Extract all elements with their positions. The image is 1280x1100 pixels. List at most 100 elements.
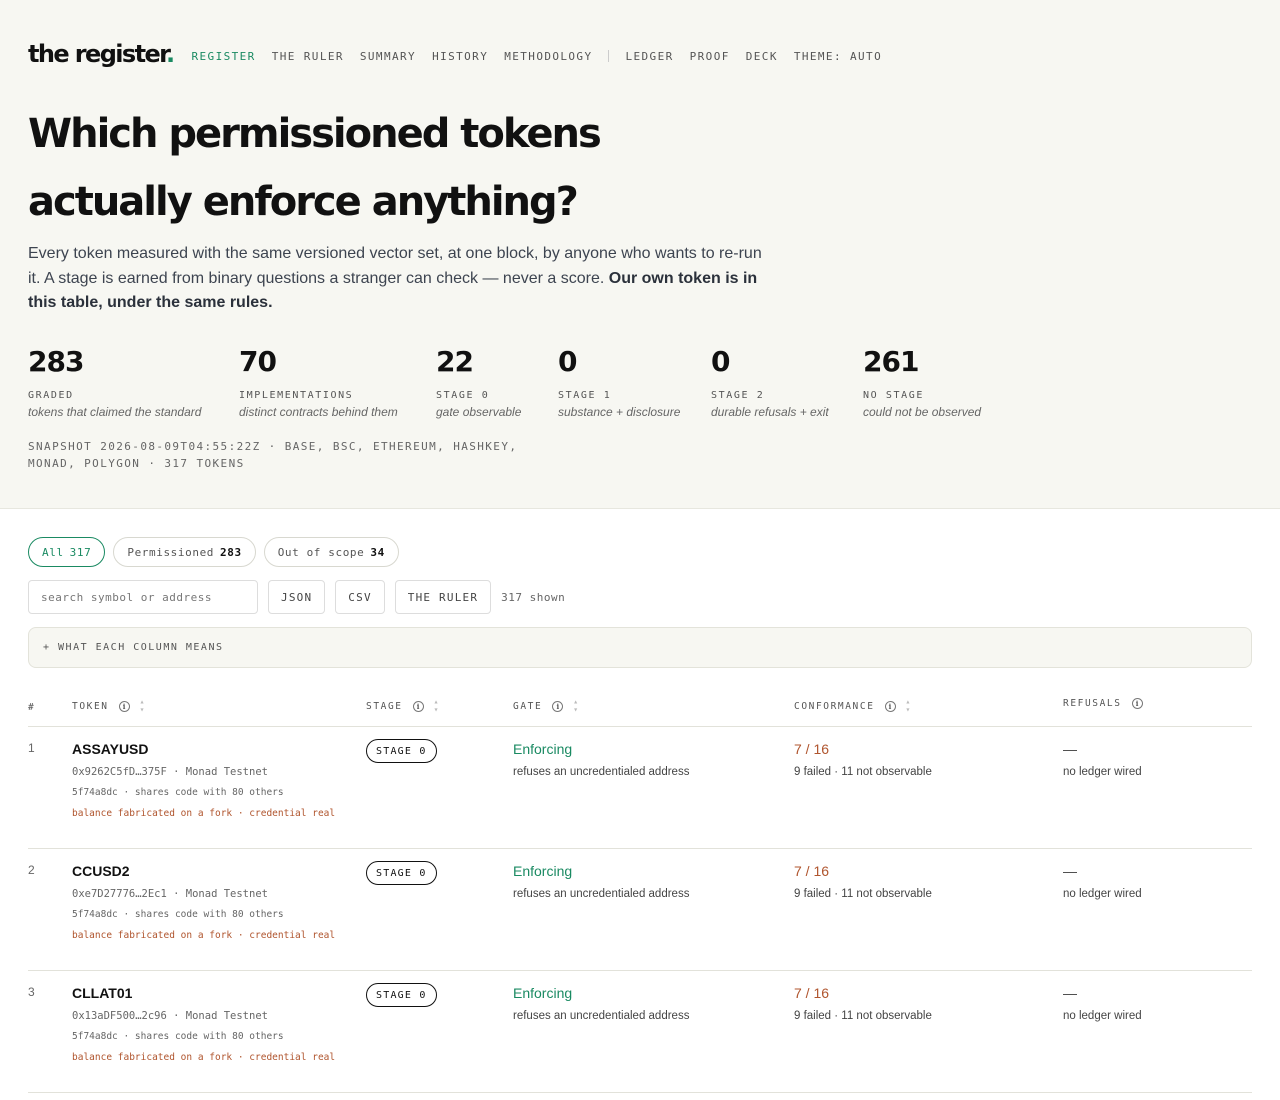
table-row[interactable]: 3 CLLAT01 0x13aDF500…2c96 · Monad Testne… bbox=[28, 971, 1252, 1093]
the-ruler-button[interactable]: THE RULER bbox=[394, 580, 492, 614]
refusals-detail: no ledger wired bbox=[1063, 1010, 1142, 1022]
nav-ledger[interactable]: LEDGER bbox=[625, 50, 673, 63]
toolbar: JSON CSV THE RULER 317 shown bbox=[28, 580, 565, 614]
sort-icon[interactable]: ▴ ▾ bbox=[906, 698, 911, 714]
stat-no-stage: 261 NO STAGE could not be observed bbox=[863, 345, 982, 420]
refusals-value: — bbox=[1063, 741, 1077, 757]
stat-number: 0 bbox=[558, 345, 577, 378]
conformance-score: 7 / 16 bbox=[794, 863, 830, 879]
nav-deck[interactable]: DECK bbox=[746, 50, 778, 63]
stage-badge: STAGE 0 bbox=[366, 861, 437, 885]
header-token[interactable]: TOKEN i ▴ ▾ bbox=[72, 698, 144, 714]
title-line-1: Which permissioned tokens bbox=[28, 111, 602, 157]
json-button[interactable]: JSON bbox=[268, 580, 326, 614]
gate-status: Enforcing bbox=[513, 985, 573, 1001]
stat-number: 283 bbox=[28, 345, 84, 378]
nav-history[interactable]: HISTORY bbox=[432, 50, 488, 63]
nav-proof[interactable]: PROOF bbox=[690, 50, 730, 63]
header-index: # bbox=[28, 702, 36, 713]
token-symbol[interactable]: CLLAT01 bbox=[72, 985, 132, 1001]
stage-badge: STAGE 0 bbox=[366, 983, 437, 1007]
info-icon[interactable]: i bbox=[1131, 698, 1143, 709]
nav-divider bbox=[608, 50, 610, 62]
header-label: GATE bbox=[513, 700, 543, 712]
search-input[interactable] bbox=[28, 580, 258, 614]
conformance-detail: 9 failed · 11 not observable bbox=[794, 1010, 932, 1022]
filter-out-of-scope[interactable]: Out of scope 34 bbox=[263, 537, 399, 567]
warning-flag: balance fabricated on a fork · credentia… bbox=[72, 808, 336, 819]
stat-graded: 283 GRADED tokens that claimed the stand… bbox=[28, 345, 201, 420]
header-stage[interactable]: STAGE i ▴ ▾ bbox=[366, 698, 438, 714]
stat-label: IMPLEMENTATIONS bbox=[239, 390, 354, 401]
header-label: TOKEN bbox=[72, 700, 109, 712]
header-label: STAGE bbox=[366, 700, 403, 712]
token-address[interactable]: 0x9262C5fD…375F · Monad Testnet bbox=[72, 766, 268, 778]
code-hash: 5f74a8dc · shares code with 80 others bbox=[72, 1031, 284, 1042]
table-row[interactable]: 2 CCUSD2 0xe7D27776…2Ec1 · Monad Testnet… bbox=[28, 849, 1252, 971]
stat-sub: durable refusals + exit bbox=[711, 405, 829, 419]
warning-flag: balance fabricated on a fork · credentia… bbox=[72, 1052, 336, 1063]
sort-icon[interactable]: ▴ ▾ bbox=[140, 698, 145, 714]
info-icon[interactable]: i bbox=[884, 700, 896, 712]
stat-sub: distinct contracts behind them bbox=[239, 405, 398, 419]
gate-status: Enforcing bbox=[513, 741, 573, 757]
refusals-value: — bbox=[1063, 985, 1077, 1001]
info-icon[interactable]: i bbox=[412, 700, 424, 712]
nav-the-ruler[interactable]: THE RULER bbox=[272, 50, 344, 63]
logo-text: the register bbox=[28, 40, 168, 68]
stat-label: STAGE 2 bbox=[711, 390, 765, 401]
filter-count: 317 bbox=[69, 545, 92, 559]
nav-links: REGISTER THE RULER SUMMARY HISTORY METHO… bbox=[192, 50, 899, 63]
stat-label: STAGE 1 bbox=[558, 390, 612, 401]
filter-pills: All 317 Permissioned 283 Out of scope 34 bbox=[28, 537, 407, 567]
refusals-detail: no ledger wired bbox=[1063, 766, 1142, 778]
warning-flag: balance fabricated on a fork · credentia… bbox=[72, 930, 336, 941]
sort-icon[interactable]: ▴ ▾ bbox=[434, 698, 439, 714]
token-symbol[interactable]: ASSAYUSD bbox=[72, 741, 149, 757]
token-address[interactable]: 0x13aDF500…2c96 · Monad Testnet bbox=[72, 1010, 268, 1022]
nav-summary[interactable]: SUMMARY bbox=[360, 50, 416, 63]
csv-button[interactable]: CSV bbox=[335, 580, 385, 614]
filter-count: 34 bbox=[370, 545, 385, 559]
title-line-2: actually enforce anything? bbox=[28, 179, 579, 225]
header-label: REFUSALS bbox=[1063, 698, 1122, 709]
stat-number: 261 bbox=[863, 345, 919, 378]
table-header: # TOKEN i ▴ ▾ STAGE i ▴ ▾ GATE i ▴ ▾ CONFORMANCE i… bbox=[28, 694, 1252, 727]
stage-badge: STAGE 0 bbox=[366, 739, 437, 763]
nav-register[interactable]: REGISTER bbox=[192, 50, 256, 63]
filter-all[interactable]: All 317 bbox=[28, 537, 106, 567]
filter-permissioned[interactable]: Permissioned 283 bbox=[113, 537, 256, 567]
stat-implementations: 70 IMPLEMENTATIONS distinct contracts be… bbox=[239, 346, 398, 420]
stat-stage-1: 0 STAGE 1 substance + disclosure bbox=[558, 345, 680, 420]
info-icon[interactable]: i bbox=[552, 700, 564, 712]
stat-sub: gate observable bbox=[436, 405, 522, 419]
top-nav: the register. REGISTER THE RULER SUMMARY… bbox=[28, 40, 898, 68]
snapshot-line-2: MONAD, POLYGON · 317 TOKENS bbox=[28, 457, 245, 470]
logo[interactable]: the register. bbox=[28, 40, 175, 68]
sort-icon[interactable]: ▴ ▾ bbox=[573, 698, 578, 714]
header-refusals[interactable]: REFUSALS i bbox=[1063, 698, 1143, 709]
code-hash: 5f74a8dc · shares code with 80 others bbox=[72, 909, 284, 920]
refusals-value: — bbox=[1063, 863, 1077, 879]
token-symbol[interactable]: CCUSD2 bbox=[72, 863, 130, 879]
filter-label: Out of scope bbox=[277, 545, 365, 559]
stat-stage-2: 0 STAGE 2 durable refusals + exit bbox=[711, 346, 829, 420]
stat-sub: could not be observed bbox=[863, 405, 982, 419]
header-conformance[interactable]: CONFORMANCE i ▴ ▾ bbox=[794, 698, 910, 714]
shown-count: 317 shown bbox=[501, 590, 566, 604]
column-info-toggle[interactable]: + WHAT EACH COLUMN MEANS bbox=[28, 627, 1252, 668]
conformance-detail: 9 failed · 11 not observable bbox=[794, 888, 932, 900]
nav-theme-toggle[interactable]: THEME: AUTO bbox=[794, 50, 882, 63]
info-icon[interactable]: i bbox=[118, 700, 130, 712]
stat-label: NO STAGE bbox=[863, 390, 924, 401]
filter-label: Permissioned bbox=[127, 545, 215, 559]
nav-methodology[interactable]: METHODOLOGY bbox=[504, 50, 592, 63]
row-index: 3 bbox=[28, 985, 35, 999]
hero-section: the register. REGISTER THE RULER SUMMARY… bbox=[0, 0, 1280, 509]
conformance-score: 7 / 16 bbox=[794, 741, 830, 757]
header-gate[interactable]: GATE i ▴ ▾ bbox=[513, 698, 578, 714]
table-row[interactable]: 1 ASSAYUSD 0x9262C5fD…375F · Monad Testn… bbox=[28, 727, 1252, 849]
gate-status: Enforcing bbox=[513, 863, 573, 879]
token-address[interactable]: 0xe7D27776…2Ec1 · Monad Testnet bbox=[72, 888, 268, 900]
row-index: 2 bbox=[28, 863, 35, 877]
